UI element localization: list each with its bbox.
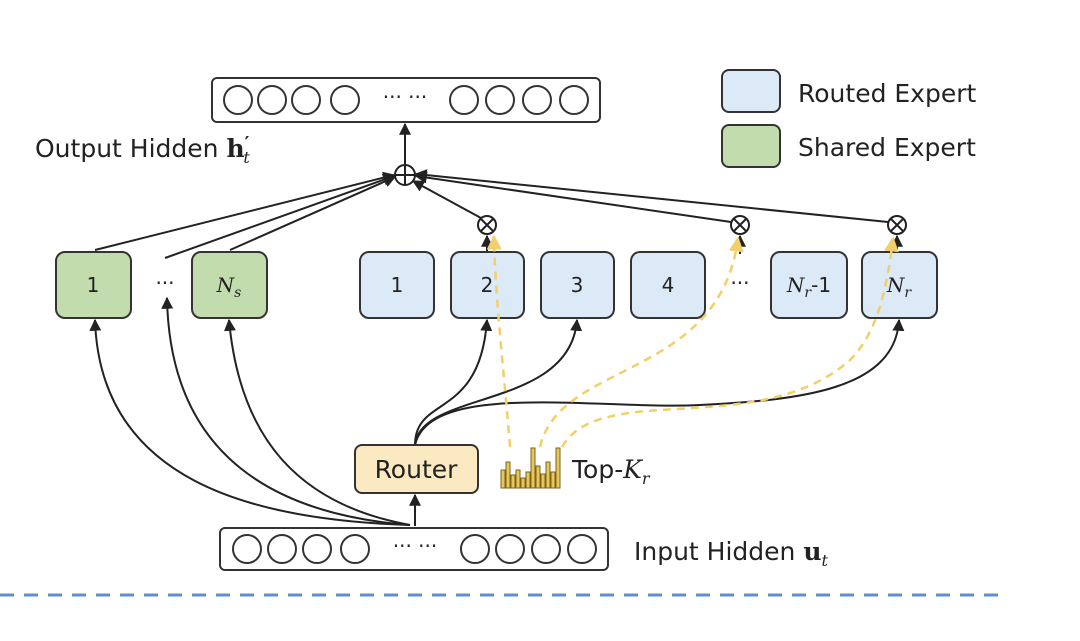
routed-expert-1-label: 1 (391, 273, 404, 297)
input-hidden-vector: ··· ··· (219, 527, 609, 571)
router-label: Router (375, 455, 459, 484)
legend-shared-label: Shared Expert (798, 133, 976, 162)
output-hidden-vector: ··· ··· (211, 77, 601, 123)
legend-routed-label: Routed Expert (798, 79, 977, 108)
routed-experts-ellipsis: ··· (730, 271, 749, 295)
topk-histogram-icon (500, 447, 561, 489)
input-hidden-label: Input Hidden ut (634, 537, 829, 570)
shared-experts-ellipsis: ··· (155, 271, 174, 295)
sum-node-icon (394, 164, 416, 186)
input-ellipsis: ··· ··· (393, 534, 438, 558)
legend-shared-swatch (721, 124, 781, 168)
legend-routed-swatch (721, 69, 781, 113)
output-ellipsis: ··· ··· (383, 85, 428, 109)
multiply-node-icon (477, 215, 497, 235)
routed-expert-3-label: 3 (571, 273, 584, 297)
multiply-node-icon (730, 215, 750, 235)
multiply-node-icon (887, 215, 907, 235)
output-hidden-label: Output Hidden h′ t (35, 133, 250, 167)
routed-expert-2-label: 2 (481, 273, 494, 297)
deepseekmoe-diagram: Routed Expert Shared Expert ··· ··· Outp… (0, 69, 1000, 597)
routed-expert-4-label: 4 (662, 273, 675, 297)
shared-expert-1-label: 1 (87, 273, 100, 297)
topk-label: Top-Kr (571, 455, 651, 488)
